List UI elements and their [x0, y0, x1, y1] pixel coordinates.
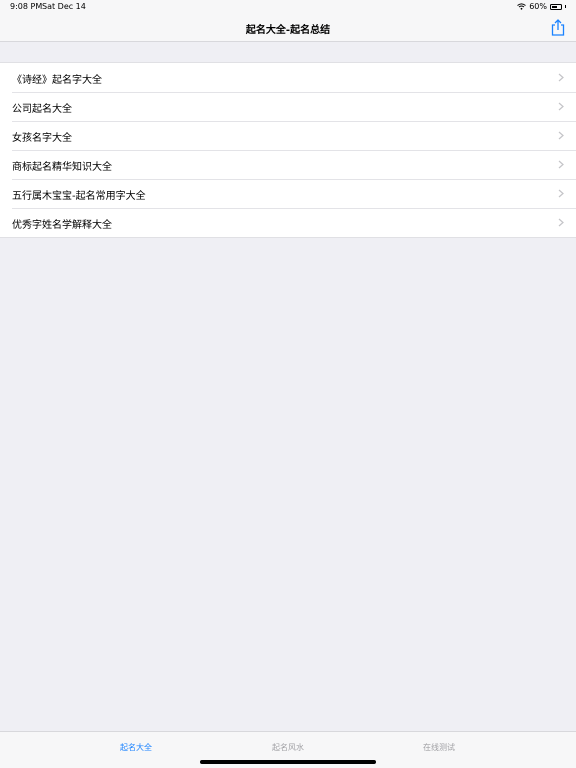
- battery-percent: 60%: [529, 2, 547, 11]
- tab-fengshui[interactable]: 起名风水: [238, 742, 338, 753]
- battery-icon: [550, 3, 562, 10]
- chevron-right-icon: [558, 131, 564, 140]
- status-bar: 9:08 PM Sat Dec 14 60%: [0, 0, 576, 14]
- list-item[interactable]: 五行属木宝宝-起名常用字大全: [0, 179, 576, 208]
- battery-tip: [565, 5, 566, 8]
- list-item[interactable]: 优秀字姓名学解释大全: [0, 208, 576, 237]
- status-time: 9:08 PM: [10, 2, 43, 11]
- share-icon[interactable]: [550, 19, 566, 36]
- list-item-label: 商标起名精华知识大全: [12, 162, 112, 173]
- home-indicator[interactable]: [200, 760, 376, 764]
- battery-fill: [552, 5, 557, 8]
- navigation-bar: 起名大全-起名总结: [0, 14, 576, 42]
- list-item[interactable]: 《诗经》起名字大全: [0, 63, 576, 92]
- chevron-right-icon: [558, 160, 564, 169]
- tab-online-test[interactable]: 在线测试: [389, 742, 489, 753]
- list-item-label: 五行属木宝宝-起名常用字大全: [12, 191, 146, 202]
- chevron-right-icon: [558, 189, 564, 198]
- list-item[interactable]: 女孩名字大全: [0, 121, 576, 150]
- list-item-label: 优秀字姓名学解释大全: [12, 220, 112, 231]
- list-item-label: 《诗经》起名字大全: [12, 75, 102, 86]
- list-item-label: 女孩名字大全: [12, 133, 72, 144]
- status-indicators: 60%: [517, 2, 566, 11]
- list-item[interactable]: 商标起名精华知识大全: [0, 150, 576, 179]
- chevron-right-icon: [558, 102, 564, 111]
- list-item-label: 公司起名大全: [12, 104, 72, 115]
- status-date: Sat Dec 14: [42, 2, 86, 11]
- article-list: 《诗经》起名字大全 公司起名大全 女孩名字大全 商标起名精华知识大全 五行属木宝…: [0, 62, 576, 238]
- page-title: 起名大全-起名总结: [245, 25, 331, 36]
- chevron-right-icon: [558, 73, 564, 82]
- wifi-icon: [517, 3, 527, 10]
- chevron-right-icon: [558, 218, 564, 227]
- list-item[interactable]: 公司起名大全: [0, 92, 576, 121]
- tab-naming[interactable]: 起名大全: [86, 742, 186, 753]
